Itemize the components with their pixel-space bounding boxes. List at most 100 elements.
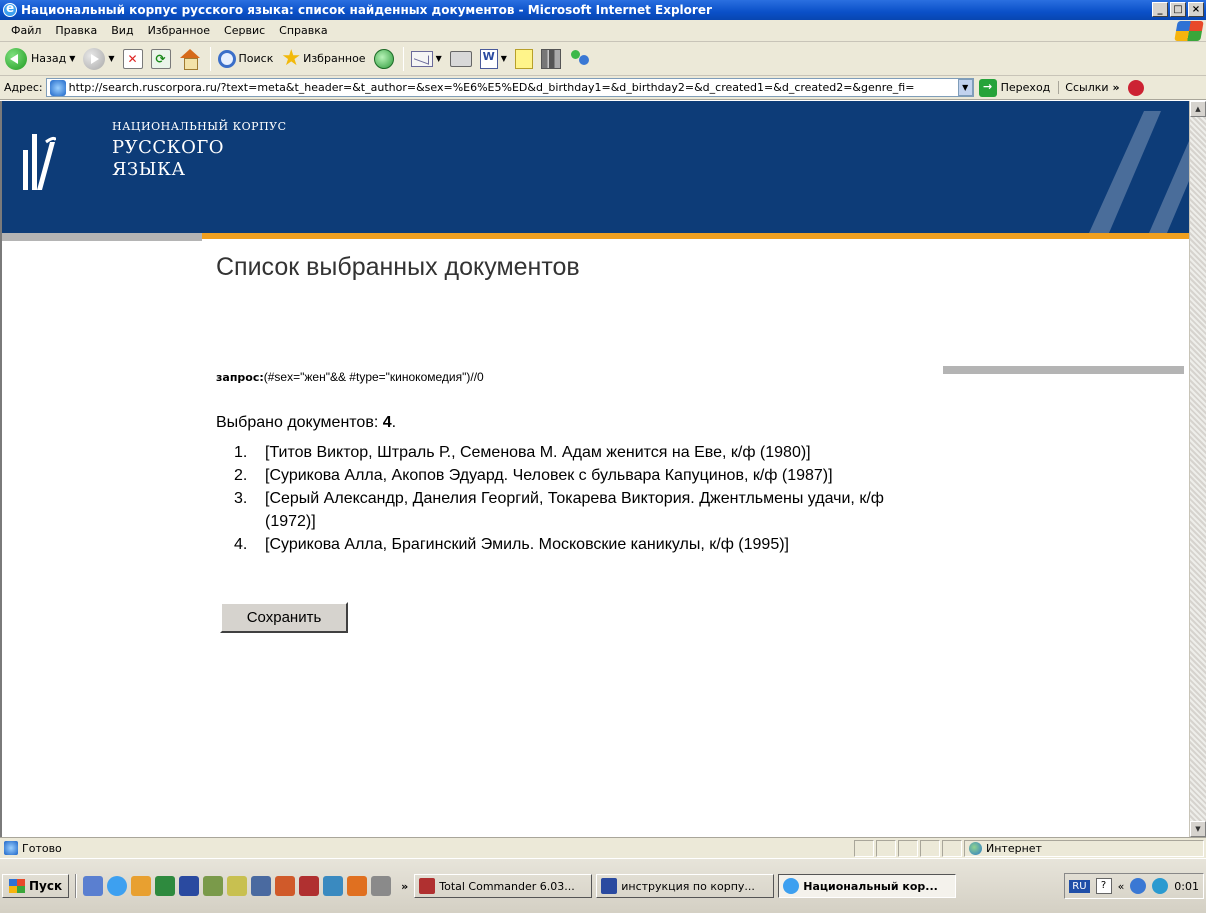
task-word-doc[interactable]: инструкция по корпу...: [596, 874, 775, 898]
windows-flag-icon: [9, 879, 25, 893]
save-disk-icon[interactable]: [299, 876, 320, 896]
list-item: 4. [Сурикова Алла, Брагинский Эмиль. Мос…: [234, 533, 934, 556]
menu-file[interactable]: Файл: [4, 24, 48, 37]
messenger-button[interactable]: [566, 45, 594, 73]
settings-icon[interactable]: [371, 876, 392, 896]
mail-button[interactable]: ▼: [408, 45, 445, 73]
menu-edit[interactable]: Правка: [48, 24, 104, 37]
scroll-down-icon[interactable]: ▼: [1190, 821, 1206, 837]
right-grey-bar: [943, 366, 1184, 374]
messenger-tray-icon[interactable]: [1152, 878, 1169, 894]
back-button[interactable]: Назад ▼: [2, 45, 78, 73]
go-arrow-icon[interactable]: →: [978, 78, 997, 97]
toolbar: Назад ▼ ▼ ✕ ⟳ Поиск ★ Избранное ▼ W ▼: [0, 42, 1206, 76]
addon-icon[interactable]: [1127, 79, 1144, 96]
history-button[interactable]: [371, 45, 397, 73]
ie-quicklaunch-icon[interactable]: [107, 876, 128, 896]
save-button[interactable]: Сохранить: [220, 602, 348, 633]
query-text: запрос:(#sex="жен"&& #type="кинокомедия"…: [216, 370, 484, 384]
status-bar: Готово Интернет: [0, 837, 1206, 858]
excel-icon[interactable]: [155, 876, 176, 896]
back-label: Назад: [31, 52, 67, 65]
menu-help[interactable]: Справка: [272, 24, 334, 37]
internet-globe-icon: [969, 841, 982, 855]
maximize-button[interactable]: □: [1170, 2, 1186, 17]
window-title-bar[interactable]: Национальный корпус русского языка: спис…: [0, 0, 1206, 20]
status-cell: [942, 839, 962, 857]
status-cell: [854, 839, 874, 857]
status-cell: [898, 839, 918, 857]
research-button[interactable]: [538, 45, 564, 73]
discuss-button[interactable]: [512, 45, 536, 73]
scroll-up-icon[interactable]: ▲: [1190, 101, 1206, 117]
archive-icon[interactable]: [347, 876, 368, 896]
address-input[interactable]: http://search.ruscorpora.ru/?text=meta&t…: [45, 78, 974, 97]
messenger-people-icon: [569, 49, 591, 69]
address-url[interactable]: http://search.ruscorpora.ru/?text=meta&t…: [69, 81, 958, 94]
start-button[interactable]: Пуск: [2, 874, 70, 898]
quicklaunch-more-icon[interactable]: »: [401, 880, 408, 893]
selected-count-line: Выбрано документов: 4.: [216, 414, 396, 432]
word-quicklaunch-icon[interactable]: [179, 876, 200, 896]
desktop-icon[interactable]: [83, 876, 104, 896]
close-button[interactable]: ×: [1188, 2, 1204, 17]
corpus-logo-icon: [23, 134, 56, 190]
go-button[interactable]: Переход: [1001, 81, 1051, 94]
document-link[interactable]: [Титов Виктор, Штраль Р., Семенова М. Ад…: [265, 441, 934, 464]
window-icon[interactable]: [251, 876, 272, 896]
zone-label: Интернет: [986, 841, 1042, 855]
favorites-label: Избранное: [303, 52, 366, 65]
clock[interactable]: 0:01: [1174, 880, 1199, 893]
task-total-commander[interactable]: Total Commander 6.03...: [414, 874, 593, 898]
task-internet-explorer[interactable]: Национальный кор...: [778, 874, 957, 898]
home-button[interactable]: [176, 45, 204, 73]
language-indicator[interactable]: RU: [1069, 879, 1090, 893]
security-zone[interactable]: Интернет: [964, 839, 1204, 857]
page-title: Список выбранных документов: [216, 253, 580, 281]
favorites-button[interactable]: ★ Избранное: [278, 45, 368, 73]
stop-button[interactable]: ✕: [120, 45, 146, 73]
document-link[interactable]: [Сурикова Алла, Брагинский Эмиль. Москов…: [265, 533, 934, 556]
status-cell: [876, 839, 896, 857]
print-button[interactable]: [447, 45, 475, 73]
toolbar-separator: [402, 46, 404, 71]
selected-label: Выбрано документов:: [216, 414, 383, 431]
header-grey-bar: [2, 233, 202, 241]
list-item: 2. [Сурикова Алла, Акопов Эдуард. Челове…: [234, 464, 934, 487]
mail-icon: [410, 50, 433, 67]
vertical-scrollbar[interactable]: ▲ ▼: [1189, 101, 1206, 837]
page-status-icon: [4, 841, 18, 855]
network-tray-icon[interactable]: [1130, 878, 1147, 894]
document-link[interactable]: [Серый Александр, Данелия Георгий, Токар…: [265, 487, 934, 533]
pencil-icon[interactable]: [227, 876, 248, 896]
minimize-button[interactable]: _: [1152, 2, 1168, 17]
back-dropdown-icon[interactable]: ▼: [69, 54, 75, 63]
forward-dropdown-icon[interactable]: ▼: [108, 54, 114, 63]
forward-button[interactable]: ▼: [80, 45, 117, 73]
menu-view[interactable]: Вид: [104, 24, 140, 37]
edit-button[interactable]: W ▼: [477, 45, 510, 73]
menu-favorites[interactable]: Избранное: [141, 24, 217, 37]
edit-dropdown-icon[interactable]: ▼: [501, 54, 507, 63]
links-chevron-icon[interactable]: »: [1113, 81, 1120, 94]
address-dropdown-icon[interactable]: ▼: [957, 79, 973, 96]
help-icon[interactable]: ?: [1095, 878, 1112, 894]
paint-icon[interactable]: [275, 876, 296, 896]
mail-dropdown-icon[interactable]: ▼: [436, 54, 442, 63]
menu-tools[interactable]: Сервис: [217, 24, 272, 37]
app-icon[interactable]: [323, 876, 344, 896]
tray-expand-icon[interactable]: «: [1118, 880, 1125, 893]
logo-line-1: НАЦИОНАЛЬНЫЙ КОРПУС: [112, 120, 287, 133]
links-button[interactable]: Ссылки: [1058, 81, 1109, 94]
quicklaunch-separator: [75, 874, 78, 898]
document-link[interactable]: [Сурикова Алла, Акопов Эдуард. Человек с…: [265, 464, 934, 487]
total-commander-icon: [419, 878, 436, 894]
search-button[interactable]: Поиск: [215, 45, 277, 73]
network-icon[interactable]: [203, 876, 224, 896]
windows-logo-icon: [1174, 21, 1204, 41]
refresh-button[interactable]: ⟳: [148, 45, 174, 73]
list-item: 1. [Титов Виктор, Штраль Р., Семенова М.…: [234, 441, 934, 464]
selected-count: 4: [382, 414, 392, 431]
outlook-icon[interactable]: [131, 876, 152, 896]
site-logo-text[interactable]: НАЦИОНАЛЬНЫЙ КОРПУС РУССКОГО ЯЗЫКА: [112, 120, 287, 181]
